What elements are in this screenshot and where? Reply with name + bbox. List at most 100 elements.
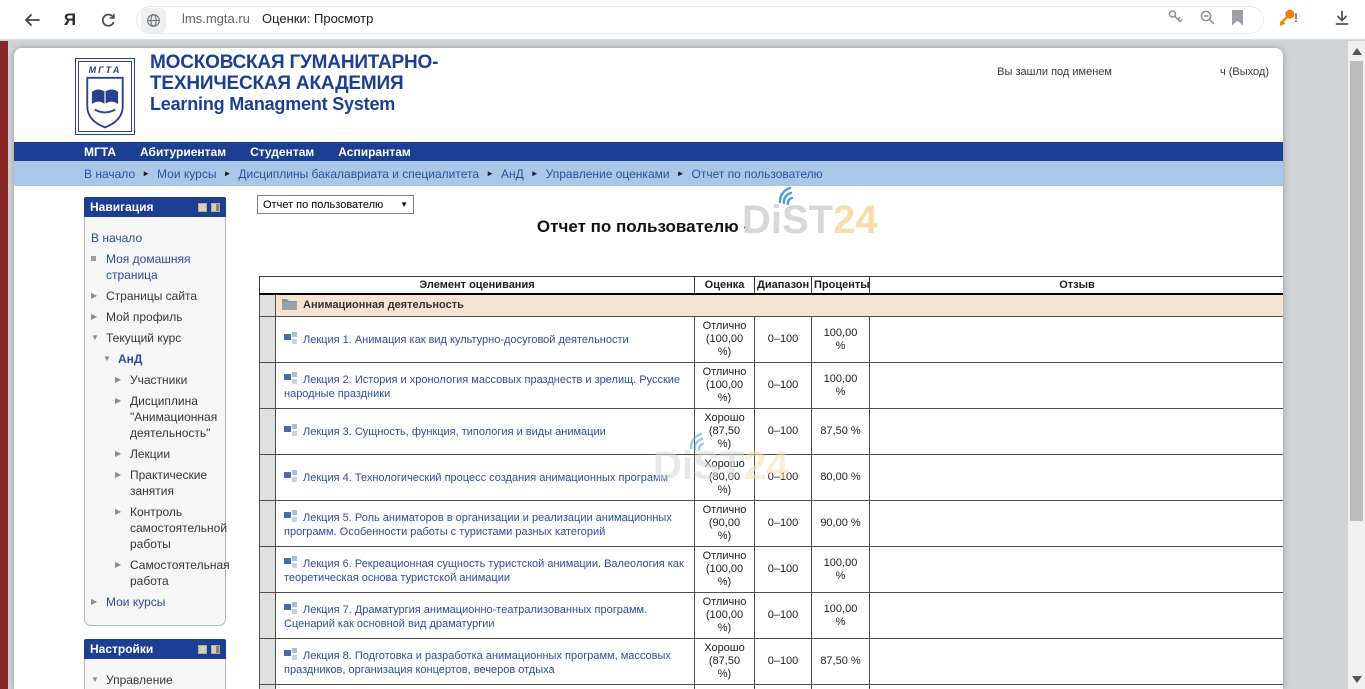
range-cell: 0–100 bbox=[755, 317, 812, 363]
grade-item-link[interactable]: Лекция 1. Анимация как вид культурно-дос… bbox=[303, 334, 629, 346]
sidebar-item[interactable]: ▶Страницы сайта bbox=[91, 288, 221, 304]
scroll-up-icon[interactable] bbox=[1352, 48, 1362, 55]
academy-logo[interactable]: МГТА bbox=[75, 58, 135, 135]
chevron-right-icon[interactable]: ▶ bbox=[115, 372, 126, 387]
breadcrumb-link[interactable]: Мои курсы bbox=[157, 167, 216, 181]
chevron-down-icon[interactable]: ▼ bbox=[91, 672, 102, 687]
breadcrumb-link[interactable]: Управление оценками bbox=[546, 167, 670, 181]
chevron-right-icon[interactable]: ▶ bbox=[115, 446, 126, 461]
vertical-scrollbar[interactable] bbox=[1348, 41, 1365, 689]
grade-cell: Отлично(100,00 %) bbox=[695, 363, 755, 409]
grade-cell: Отлично(100,00 %) bbox=[695, 593, 755, 639]
sidebar-item[interactable]: ▼Текущий курс bbox=[91, 330, 221, 346]
chevron-right-icon[interactable]: ▶ bbox=[115, 393, 126, 408]
chevron-down-icon[interactable]: ▼ bbox=[103, 351, 114, 366]
sidebar-item[interactable]: В начало bbox=[91, 230, 221, 246]
percent-cell: 87,50 % bbox=[812, 639, 870, 685]
grade-cell: Отлично(90,00 %) bbox=[695, 501, 755, 547]
percent-cell: 100,00 % bbox=[812, 547, 870, 593]
sidebar-item-label: Управление оценками bbox=[106, 672, 221, 689]
breadcrumb-arrow-icon: ► bbox=[677, 169, 685, 178]
grade-item-link[interactable]: Лекция 7. Драматургия анимационно-театра… bbox=[284, 604, 647, 630]
nav-item[interactable]: Аспирантам bbox=[338, 145, 411, 159]
category-cell: Анимационная деятельность bbox=[276, 294, 1284, 317]
yandex-icon[interactable]: Я bbox=[58, 0, 82, 40]
collapse-block-icon[interactable] bbox=[198, 645, 207, 654]
collapse-block-icon[interactable] bbox=[198, 203, 207, 212]
feedback-cell bbox=[870, 685, 1284, 689]
sidebar-item-label: Мой профиль bbox=[106, 309, 183, 325]
scrollbar-thumb[interactable] bbox=[1350, 61, 1363, 521]
nav-item[interactable]: Студентам bbox=[250, 145, 314, 159]
grade-cell: Хорошо(80,00 %) bbox=[695, 455, 755, 501]
bullet-square-icon bbox=[91, 251, 102, 266]
chevron-right-icon[interactable]: ▶ bbox=[115, 504, 126, 519]
grade-item-row: Лекция 3. Сущность, функция, типология и… bbox=[260, 409, 1284, 455]
sidebar-item-label: Практические занятия bbox=[130, 467, 221, 499]
sidebar-item-label: Самостоятельная работа bbox=[130, 557, 230, 589]
scroll-down-icon[interactable] bbox=[1352, 676, 1362, 683]
lesson-icon bbox=[284, 556, 297, 572]
grades-table: Элемент оцениванияОценкаДиапазонПроценты… bbox=[259, 276, 1283, 689]
sidebar-item[interactable]: ▶Контроль самостоятельной работы bbox=[91, 504, 221, 552]
breadcrumb-link[interactable]: АнД bbox=[501, 167, 524, 181]
percent-cell: 100,00 % bbox=[812, 593, 870, 639]
breadcrumb-arrow-icon: ► bbox=[142, 169, 150, 178]
sidebar-item[interactable]: ▶ Мой профиль bbox=[91, 309, 221, 325]
login-prefix: Вы зашли под именем bbox=[997, 66, 1112, 78]
chevron-right-icon[interactable]: ▶ bbox=[115, 557, 126, 572]
grade-cell: Хорошо(87,50 %) bbox=[695, 409, 755, 455]
grade-item-link[interactable]: Лекция 4. Технологический процесс создан… bbox=[303, 472, 668, 484]
grade-cell: Хорошо(87,50 %) bbox=[695, 639, 755, 685]
sidebar-item-label: В начало bbox=[91, 230, 142, 246]
report-main: Отчет по пользователю ▼ Отчет по пользов… bbox=[240, 186, 1283, 689]
back-icon[interactable] bbox=[20, 0, 44, 40]
dock-block-icon[interactable] bbox=[211, 203, 220, 212]
sidebar-item[interactable]: ▶Мои курсы bbox=[91, 594, 221, 610]
url-text[interactable]: lms.mgta.ru bbox=[182, 11, 250, 26]
sidebar-item[interactable]: ▼ Управление оценками bbox=[91, 672, 221, 689]
chevron-right-icon[interactable]: ▶ bbox=[91, 594, 102, 609]
chevron-right-icon[interactable]: ▶ bbox=[115, 467, 126, 482]
sidebar-item[interactable]: Моя домашняя страница bbox=[91, 251, 221, 283]
grade-item-link[interactable]: Лекция 8. Подготовка и разработка анимац… bbox=[284, 650, 671, 676]
grade-item-row: Лекция 4. Технологический процесс создан… bbox=[260, 455, 1284, 501]
reload-icon[interactable] bbox=[96, 0, 120, 40]
sidebar-item[interactable]: ▼АнД bbox=[91, 351, 221, 367]
sidebar-item[interactable]: ▶Лекции bbox=[91, 446, 221, 462]
indent-cell bbox=[260, 593, 276, 639]
breadcrumb-link[interactable]: Отчет по пользователю bbox=[692, 167, 823, 181]
chevron-right-icon[interactable]: ▶ bbox=[91, 309, 102, 324]
lesson-icon bbox=[284, 648, 297, 664]
percent-cell: 90,00 % bbox=[812, 501, 870, 547]
sidebar-item[interactable]: ▶Участники bbox=[91, 372, 221, 388]
nav-item[interactable]: Абитуриентам bbox=[140, 145, 226, 159]
grade-item-link[interactable]: Лекция 3. Сущность, функция, типология и… bbox=[303, 426, 606, 438]
chevron-right-icon[interactable]: ▶ bbox=[91, 288, 102, 303]
password-alert-icon[interactable]: ! bbox=[1277, 8, 1300, 32]
breadcrumb-link[interactable]: В начало bbox=[84, 167, 135, 181]
sidebar-item[interactable]: ▶Самостоятельная работа bbox=[91, 557, 221, 589]
indent-cell bbox=[260, 409, 276, 455]
key-icon[interactable] bbox=[1167, 9, 1184, 31]
nav-item[interactable]: МГТА bbox=[84, 145, 116, 159]
category-label: Анимационная деятельность bbox=[303, 299, 464, 311]
grade-item-link[interactable]: Лекция 2. История и хронология массовых … bbox=[284, 374, 680, 400]
page-zoom-icon[interactable] bbox=[1199, 9, 1216, 31]
browser-toolbar: Я lms.mgta.ru Оценки: Просмотр ! bbox=[0, 0, 1365, 40]
download-icon[interactable] bbox=[1333, 9, 1351, 32]
sidebar-item[interactable]: ▶Дисциплина "Анимационная деятельность" bbox=[91, 393, 221, 441]
breadcrumb: В начало ► Мои курсы ► Дисциплины бакалавриа… bbox=[14, 161, 1283, 186]
dock-block-icon[interactable] bbox=[211, 645, 220, 654]
chevron-down-icon[interactable]: ▼ bbox=[91, 330, 102, 345]
range-cell: 0–100 bbox=[755, 547, 812, 593]
indent-cell bbox=[260, 547, 276, 593]
grade-item-link[interactable]: Лекция 5. Роль аниматоров в организации … bbox=[284, 512, 672, 538]
report-type-select[interactable]: Отчет по пользователю ▼ bbox=[257, 195, 414, 214]
bookmark-icon[interactable] bbox=[1231, 10, 1244, 31]
grade-item-link[interactable]: Лекция 6. Рекреационная сущность туристс… bbox=[284, 558, 684, 584]
grade-item-row: Лекция 5. Роль аниматоров в организации … bbox=[260, 501, 1284, 547]
logout-link[interactable]: ч (Выход) bbox=[1220, 66, 1269, 78]
sidebar-item[interactable]: ▶ Практические занятия bbox=[91, 467, 221, 499]
breadcrumb-link[interactable]: Дисциплины бакалавриата и специалитета bbox=[238, 167, 479, 181]
